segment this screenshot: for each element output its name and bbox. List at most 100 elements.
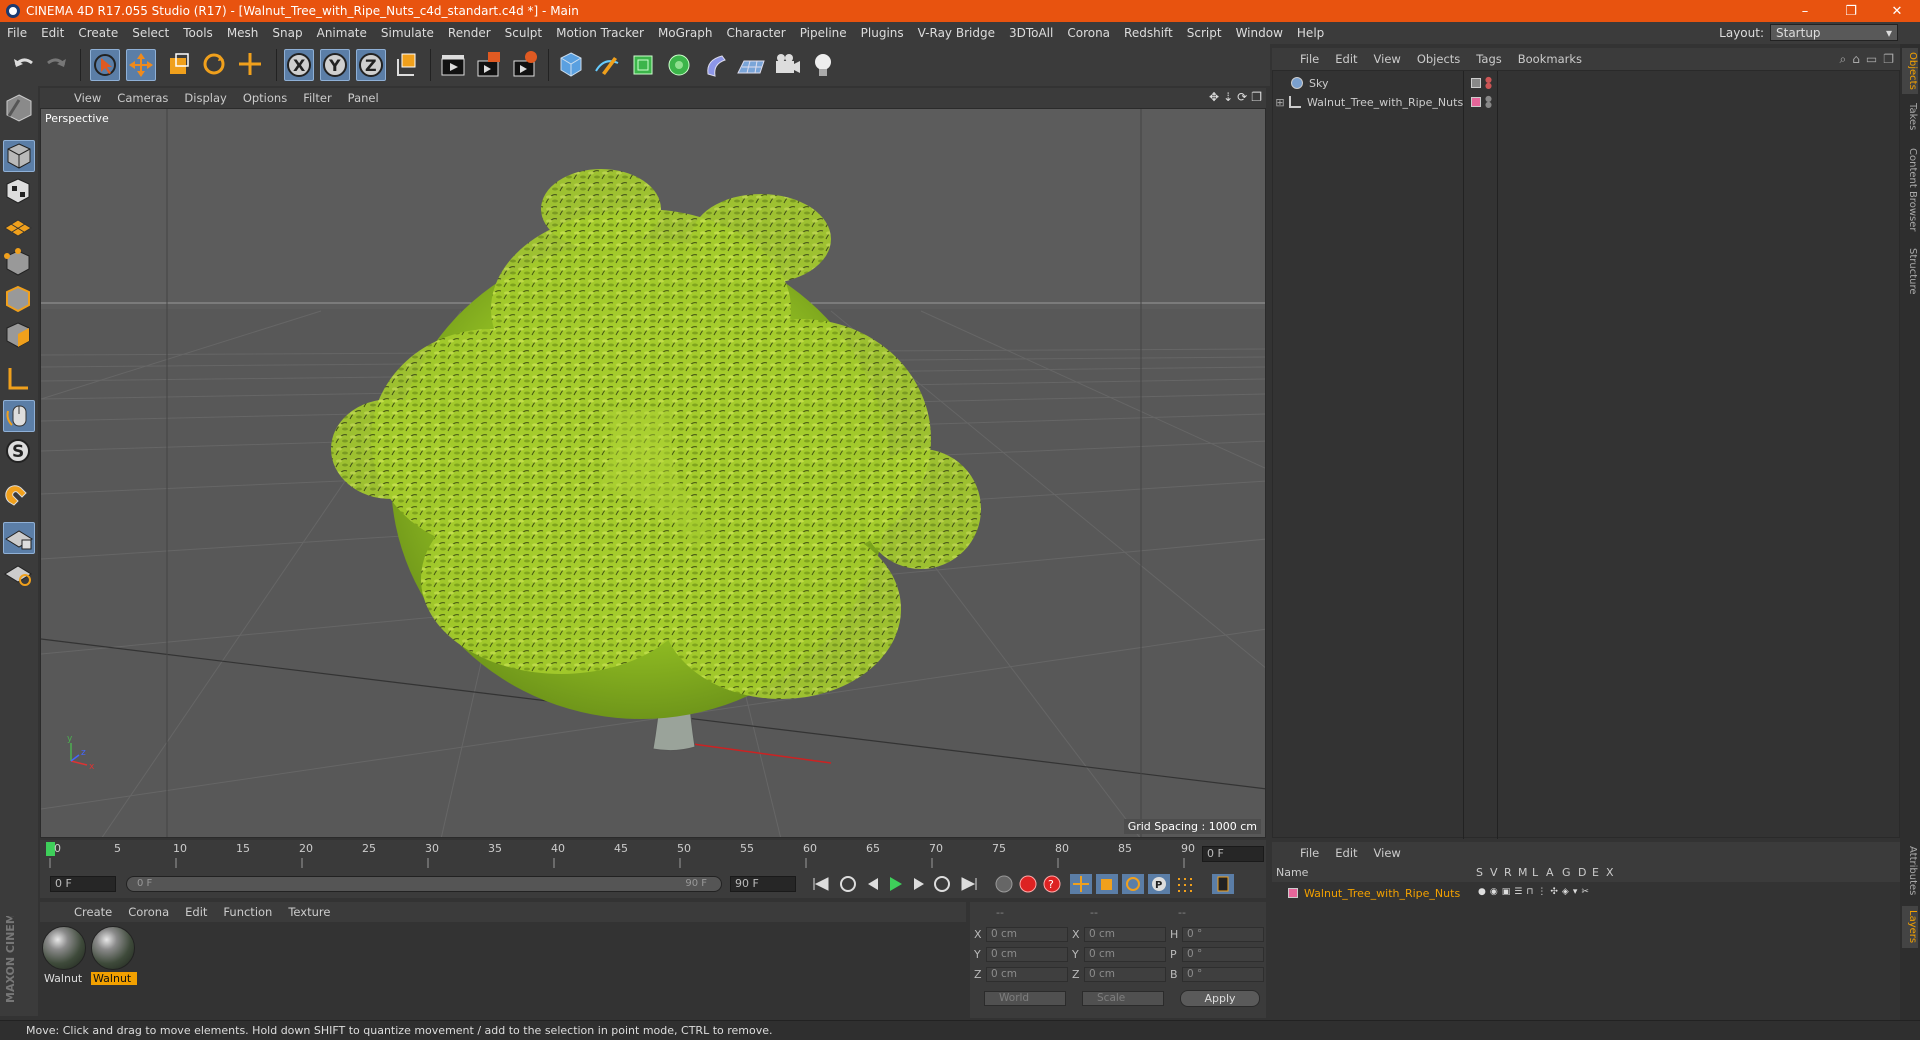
objects-menu-bookmarks[interactable]: Bookmarks [1510, 52, 1590, 66]
axis-mode-button[interactable] [3, 364, 35, 396]
scale-tool-button[interactable] [164, 49, 194, 81]
next-key-button[interactable] [934, 876, 950, 892]
go-to-start-button[interactable] [808, 874, 832, 894]
add-cloner-button[interactable] [664, 49, 694, 81]
eye-icon[interactable]: ◉ [1490, 887, 1498, 897]
next-frame-button[interactable] [914, 878, 924, 890]
go-to-end-button[interactable] [961, 877, 977, 891]
perspective-viewport[interactable]: y x z Perspective Grid Spacing : 1000 cm [40, 108, 1266, 838]
add-camera-button[interactable] [772, 49, 802, 81]
material-menu-function[interactable]: Function [215, 905, 280, 919]
key-scale-button[interactable] [1096, 874, 1118, 894]
layout-dropdown[interactable]: Startup ▾ [1770, 24, 1898, 41]
x-axis-lock-button[interactable]: X [284, 49, 314, 81]
size-y-field[interactable]: 0 cm [1084, 947, 1166, 962]
previous-key-button[interactable] [840, 876, 856, 892]
viewport-menu-display[interactable]: Display [176, 91, 234, 105]
menu-plugins[interactable]: Plugins [854, 26, 911, 40]
material-menu-corona[interactable]: Corona [120, 905, 177, 919]
viewport-rotate-icon[interactable]: ⟳ [1237, 90, 1247, 104]
add-cube-button[interactable] [556, 49, 586, 81]
objects-menu-objects[interactable]: Objects [1409, 52, 1468, 66]
menu-help[interactable]: Help [1290, 26, 1331, 40]
apply-button[interactable]: Apply [1180, 990, 1260, 1007]
viewport-menu-panel[interactable]: Panel [340, 91, 387, 105]
menu-animate[interactable]: Animate [310, 26, 374, 40]
tab-objects[interactable]: Objects [1902, 48, 1918, 94]
layer-color-swatch[interactable] [1471, 97, 1481, 107]
render-to-picture-viewer-button[interactable] [474, 49, 504, 81]
add-subdivision-surface-button[interactable] [628, 49, 658, 81]
object-row-walnut-tree[interactable]: ⊞ Walnut_Tree_with_Ripe_Nuts ● ● [1273, 93, 1900, 111]
magnet-button[interactable] [3, 482, 35, 514]
workplane-mode-button[interactable] [3, 210, 35, 242]
collapse-icon[interactable]: ▭ [1866, 52, 1877, 67]
menu-mograph[interactable]: MoGraph [651, 26, 720, 40]
layers-menu-edit[interactable]: Edit [1327, 846, 1365, 860]
viewport-menu-view[interactable]: View [66, 91, 109, 105]
position-z-field[interactable]: 0 cm [986, 967, 1068, 982]
coordinate-system-button[interactable] [392, 49, 422, 81]
menu-character[interactable]: Character [719, 26, 792, 40]
size-x-field[interactable]: 0 cm [1084, 927, 1166, 942]
tab-structure[interactable]: Structure [1902, 244, 1918, 298]
menu-select[interactable]: Select [125, 26, 176, 40]
menu-simulate[interactable]: Simulate [374, 26, 441, 40]
render-view-button[interactable] [438, 49, 468, 81]
layer-color-swatch[interactable] [1471, 78, 1481, 88]
layers-menu-view[interactable]: View [1366, 846, 1409, 860]
texture-mode-button[interactable] [3, 176, 35, 208]
menu-file[interactable]: File [0, 26, 34, 40]
material-swatch-selected[interactable]: Walnut [91, 926, 137, 985]
add-light-button[interactable] [808, 49, 838, 81]
home-icon[interactable]: ⌂ [1852, 52, 1860, 67]
visibility-dots-icon[interactable]: ● ● [1485, 76, 1492, 90]
make-editable-button[interactable] [3, 92, 35, 124]
start-frame-field[interactable]: 0 F [50, 876, 116, 892]
tab-layers[interactable]: Layers [1902, 906, 1918, 948]
menu-mesh[interactable]: Mesh [220, 26, 266, 40]
manager-list-icon[interactable]: ☰ [1514, 887, 1522, 897]
undo-button[interactable] [8, 49, 38, 81]
expand-plus-icon[interactable]: ⊞ [1273, 96, 1287, 109]
edges-mode-button[interactable] [3, 284, 35, 316]
generator-icon[interactable]: ✣ [1550, 887, 1558, 897]
material-menu-texture[interactable]: Texture [280, 905, 338, 919]
maximize-icon[interactable]: ❐ [1883, 52, 1894, 67]
preview-range-slider[interactable]: 0 F 90 F [126, 876, 722, 892]
search-icon[interactable]: ⌕ [1840, 52, 1847, 67]
menu-edit[interactable]: Edit [34, 26, 71, 40]
snap-button[interactable]: S [3, 436, 35, 468]
size-z-field[interactable]: 0 cm [1084, 967, 1166, 982]
play-forward-button[interactable] [890, 877, 902, 891]
menu-window[interactable]: Window [1229, 26, 1290, 40]
planar-workplane-button[interactable] [3, 558, 35, 590]
menu-pipeline[interactable]: Pipeline [793, 26, 854, 40]
lock-icon[interactable]: ⊓ [1526, 887, 1533, 897]
add-floor-button[interactable] [736, 49, 766, 81]
minimize-button[interactable]: – [1782, 0, 1828, 22]
menu-script[interactable]: Script [1180, 26, 1229, 40]
menu-3dtoall[interactable]: 3DToAll [1002, 26, 1060, 40]
timeline-ruler[interactable]: 0 5 10 15 20 25 30 35 40 45 50 55 60 65 … [40, 840, 1266, 870]
viewport-zoom-icon[interactable]: ⇣ [1223, 90, 1233, 104]
position-y-field[interactable]: 0 cm [986, 947, 1068, 962]
record-off-button[interactable] [995, 875, 1013, 893]
layer-row[interactable]: Walnut_Tree_with_Ripe_Nuts ● ◉ ▣ ☰ ⊓ ⋮ ✣… [1272, 884, 1899, 902]
xref-icon[interactable]: ✂ [1581, 887, 1589, 897]
add-spline-pen-button[interactable] [592, 49, 622, 81]
objects-menu-tags[interactable]: Tags [1468, 52, 1509, 66]
current-frame-field[interactable]: 0 F [1202, 846, 1264, 862]
menu-create[interactable]: Create [71, 26, 125, 40]
transform-tool-button[interactable] [236, 49, 266, 81]
points-mode-button[interactable] [3, 248, 35, 280]
menu-sculpt[interactable]: Sculpt [498, 26, 549, 40]
menu-redshift[interactable]: Redshift [1117, 26, 1180, 40]
layers-menu-file[interactable]: File [1292, 846, 1327, 860]
tab-takes[interactable]: Takes [1902, 100, 1918, 134]
tab-content-browser[interactable]: Content Browser [1902, 142, 1918, 238]
add-deformer-button[interactable] [700, 49, 730, 81]
rotation-b-field[interactable]: 0 ° [1182, 967, 1264, 982]
record-active-button[interactable] [1019, 875, 1037, 893]
visibility-dots-icon[interactable]: ● ● [1485, 95, 1492, 109]
